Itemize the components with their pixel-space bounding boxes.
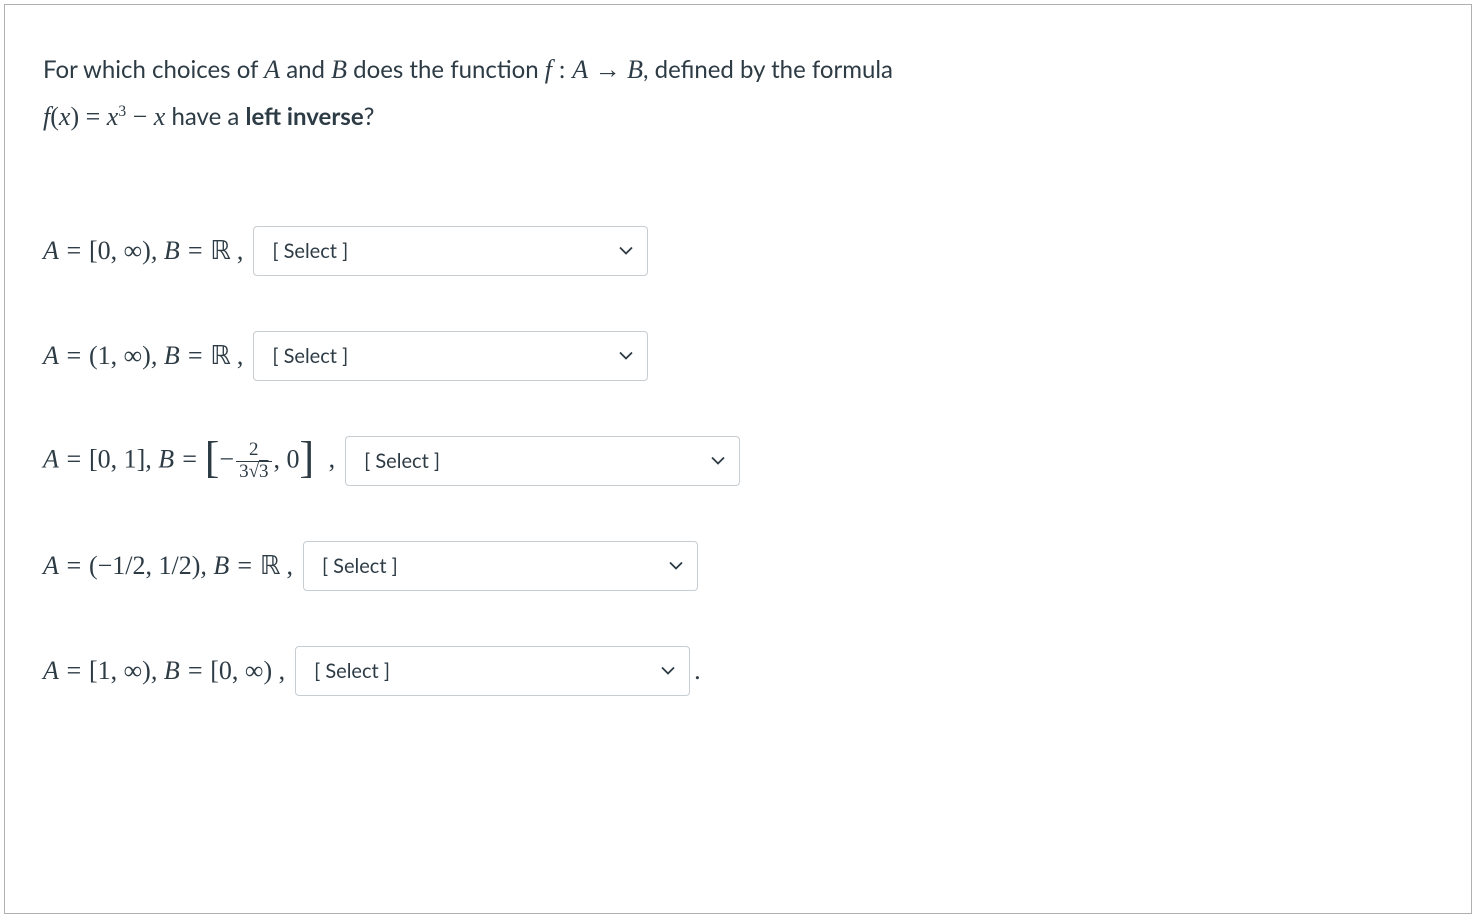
- question-line-2: f(x) = x3 − x have a left inverse?: [43, 97, 1433, 136]
- text-prefix: For which choices of: [43, 55, 264, 84]
- answer-label-1: A = [0, ∞), B = ℝ ,: [43, 236, 243, 266]
- answer-row-4: A = (−1/2, 1/2), B = ℝ , [ Select ]: [43, 541, 1433, 591]
- select-dropdown-4[interactable]: [ Select ]: [303, 541, 698, 591]
- func-f: f: [545, 55, 552, 84]
- chevron-down-icon: [711, 457, 725, 466]
- minus-3: −: [219, 444, 234, 473]
- answer-label-2: A = (1, ∞), B = ℝ ,: [43, 341, 243, 371]
- select-dropdown-1[interactable]: [ Select ]: [253, 226, 648, 276]
- formula-minus: −: [126, 102, 154, 131]
- A-val-2: (1, ∞): [89, 341, 151, 370]
- B-val-2: ℝ: [210, 341, 230, 370]
- select-dropdown-2[interactable]: [ Select ]: [253, 331, 648, 381]
- A-eq-1: A =: [43, 236, 89, 265]
- answer-label-3: A = [0, 1], B = [−23√3, 0] ,: [43, 440, 335, 483]
- answer-row-1: A = [0, ∞), B = ℝ , [ Select ]: [43, 226, 1433, 276]
- chevron-down-icon: [619, 352, 633, 361]
- frac-num-3: 2: [236, 440, 271, 462]
- A-val-1: [0, ∞): [89, 236, 151, 265]
- bracket-sep-3: , 0: [274, 444, 300, 473]
- B-eq-3: , B =: [145, 444, 204, 473]
- A-val-5: [1, ∞): [89, 656, 151, 685]
- A-val-3: [0, 1]: [89, 444, 145, 473]
- chevron-down-icon: [661, 667, 675, 676]
- B-val-1: ℝ: [210, 236, 230, 265]
- formula-exp: 3: [118, 103, 126, 120]
- question-text-block: For which choices of A and B does the fu…: [43, 50, 1433, 136]
- colon: :: [552, 55, 572, 84]
- B-eq-1: , B =: [151, 236, 210, 265]
- text-and: and: [280, 55, 331, 84]
- arrow-icon: →: [588, 55, 627, 84]
- B-val-4: ℝ: [260, 551, 280, 580]
- dropdown-placeholder: [ Select ]: [272, 239, 348, 263]
- comma-2: ,: [230, 341, 243, 370]
- comma-1: ,: [230, 236, 243, 265]
- var-A-2: A: [572, 55, 588, 84]
- formula-x2: x: [154, 102, 166, 131]
- text-suffix: , defined by the formula: [643, 55, 893, 84]
- answer-row-2: A = (1, ∞), B = ℝ , [ Select ]: [43, 331, 1433, 381]
- question-line-1: For which choices of A and B does the fu…: [43, 50, 1433, 89]
- comma-5: ,: [272, 656, 285, 685]
- A-eq-2: A =: [43, 341, 89, 370]
- formula-lparen: (: [50, 102, 59, 131]
- text-bold: left inverse: [246, 102, 364, 131]
- B-eq-5: , B =: [151, 656, 210, 685]
- select-dropdown-3[interactable]: [ Select ]: [345, 436, 740, 486]
- chevron-down-icon: [669, 562, 683, 571]
- den-sqrt: 3: [259, 461, 269, 482]
- var-A: A: [264, 55, 280, 84]
- fraction-3: 23√3: [236, 440, 271, 483]
- comma-3: ,: [322, 444, 335, 473]
- A-eq-4: A =: [43, 551, 89, 580]
- text-have: have a: [165, 102, 245, 131]
- var-B: B: [331, 55, 347, 84]
- dropdown-placeholder: [ Select ]: [314, 659, 390, 683]
- text-qmark: ?: [364, 102, 375, 131]
- dropdown-placeholder: [ Select ]: [364, 449, 440, 473]
- formula-x-arg: x: [59, 102, 71, 131]
- dropdown-placeholder: [ Select ]: [272, 344, 348, 368]
- answer-label-5: A = [1, ∞), B = [0, ∞) ,: [43, 656, 285, 686]
- A-val-4: (−1/2, 1/2): [89, 551, 200, 580]
- dropdown-placeholder: [ Select ]: [322, 554, 398, 578]
- A-eq-3: A =: [43, 444, 89, 473]
- B-eq-4: , B =: [200, 551, 259, 580]
- answer-row-3: A = [0, 1], B = [−23√3, 0] , [ Select ]: [43, 436, 1433, 486]
- bracket-close-3: ]: [300, 433, 315, 482]
- formula-rparen-eq: ) =: [70, 102, 106, 131]
- A-eq-5: A =: [43, 656, 89, 685]
- B-val-5: [0, ∞): [210, 656, 272, 685]
- sqrt-icon: √: [249, 462, 259, 483]
- formula-x: x: [107, 102, 119, 131]
- answer-label-4: A = (−1/2, 1/2), B = ℝ ,: [43, 551, 293, 581]
- B-eq-2: , B =: [151, 341, 210, 370]
- select-dropdown-5[interactable]: [ Select ]: [295, 646, 690, 696]
- answer-row-5: A = [1, ∞), B = [0, ∞) , [ Select ] .: [43, 646, 1433, 696]
- var-B-2: B: [627, 55, 643, 84]
- trailing-period: .: [694, 656, 701, 686]
- frac-den-3: 3√3: [236, 462, 271, 483]
- question-container: For which choices of A and B does the fu…: [4, 4, 1472, 914]
- bracket-open-3: [: [205, 433, 220, 482]
- chevron-down-icon: [619, 247, 633, 256]
- text-mid: does the function: [347, 55, 545, 84]
- comma-4: ,: [280, 551, 293, 580]
- den-before: 3: [239, 461, 249, 482]
